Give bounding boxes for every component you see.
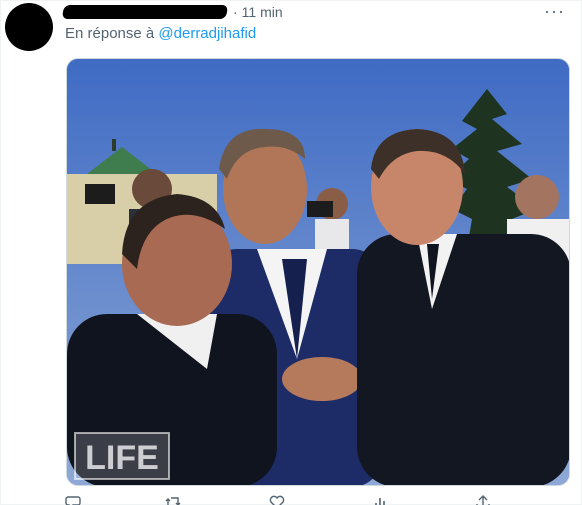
tweet-photo[interactable]: LIFE (66, 58, 570, 486)
retweet-icon[interactable] (165, 495, 181, 505)
tweet-actions (65, 495, 495, 505)
reply-context: En réponse à @derradjihafid (65, 25, 256, 42)
share-icon[interactable] (475, 495, 491, 505)
separator-dot: · (233, 4, 238, 20)
views-icon[interactable] (373, 495, 389, 505)
tweet-header: · 11 min (61, 3, 283, 21)
reply-mention-link[interactable]: @derradjihafid (158, 25, 256, 42)
life-watermark: LIFE (85, 439, 159, 477)
avatar[interactable] (5, 3, 53, 51)
more-options-icon[interactable]: ··· (544, 1, 565, 22)
redacted-display-name[interactable] (61, 5, 229, 19)
photo-illustration: LIFE (67, 59, 569, 485)
reply-prefix: En réponse à (65, 25, 155, 42)
heart-icon[interactable] (269, 495, 285, 505)
tweet-timestamp[interactable]: 11 min (242, 4, 283, 20)
reply-icon[interactable] (65, 495, 81, 505)
tweet-card[interactable]: · 11 min ··· En réponse à @derradjihafid (0, 0, 582, 505)
